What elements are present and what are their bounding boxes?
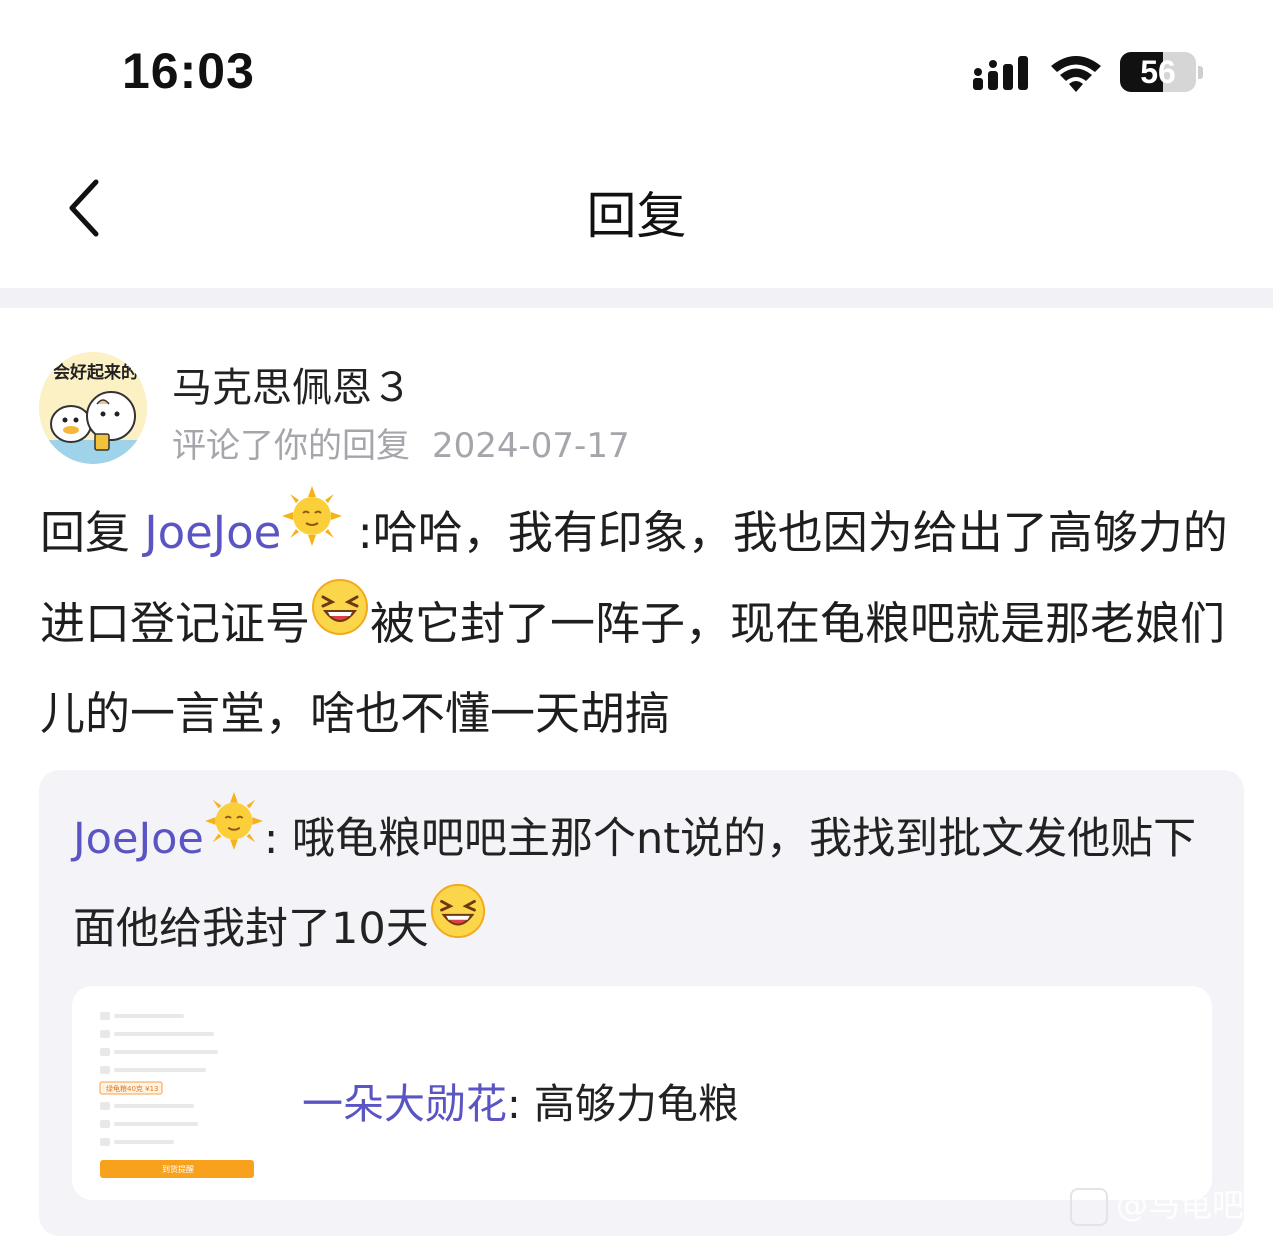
linked-post-card[interactable]: 绿龟粮40克 ¥13 到货提醒 一朵大勋花: 高够力龟粮 (72, 986, 1212, 1200)
laughing-face-icon (429, 882, 487, 969)
watermark-logo-icon (1070, 1188, 1108, 1226)
author-name[interactable]: 马克思佩恩３ (172, 355, 412, 413)
nav-bar: 回复 (0, 140, 1273, 270)
battery-icon: 56 (1120, 52, 1196, 92)
card-text: 一朵大勋花: 高够力龟粮 (302, 1070, 739, 1130)
battery-level: 56 (1140, 54, 1176, 90)
sun-face-icon (281, 485, 343, 575)
reply-prefix: 回复 (40, 506, 145, 559)
post-date: 2024-07-17 (432, 426, 630, 466)
card-separator: : (507, 1080, 534, 1128)
post-thumbnail: 绿龟粮40克 ¥13 到货提醒 (98, 1004, 263, 1182)
watermark-text: @马龟吧 (1116, 1186, 1245, 1224)
sun-face-icon (204, 791, 264, 880)
quote-author[interactable]: JoeJoe (73, 814, 204, 864)
watermark: @马龟吧 (1070, 1180, 1244, 1226)
card-title: 高够力龟粮 (533, 1080, 739, 1128)
quote-text: JoeJoe : 哦龟粮吧吧主那个nt说的，我找到批文发他贴下面他给我封了10天 (73, 791, 1213, 975)
wifi-icon (1051, 56, 1101, 92)
post-action: 评论了你的回复 (172, 426, 410, 466)
card-author[interactable]: 一朵大勋花 (302, 1080, 507, 1128)
mention-link[interactable]: JoeJoe (144, 506, 281, 559)
avatar[interactable]: 会好起来的 (39, 352, 147, 464)
post-meta: 评论了你的回复 2024-07-17 (172, 418, 630, 467)
page-title: 回复 (586, 187, 687, 245)
thumbnail-tag: 绿龟粮40克 ¥13 (106, 1084, 159, 1093)
status-bar: 16:03 56 (0, 0, 1273, 140)
reply-text: 回复 JoeJoe :哈哈，我有印象，我也因为给出了高够力的进口登记证号 被它封… (40, 486, 1240, 757)
section-divider (0, 288, 1273, 308)
battery-tip (1198, 66, 1203, 79)
laughing-face-icon (310, 577, 370, 665)
status-time: 16:03 (122, 43, 255, 99)
quote-separator: : (263, 814, 293, 864)
cellular-signal-icon (973, 56, 1028, 90)
quoted-comment[interactable]: JoeJoe : 哦龟粮吧吧主那个nt说的，我找到批文发他贴下面他给我封了10天 (39, 770, 1244, 1236)
avatar-caption: 会好起来的 (53, 362, 138, 383)
thumbnail-button: 到货提醒 (162, 1164, 194, 1174)
